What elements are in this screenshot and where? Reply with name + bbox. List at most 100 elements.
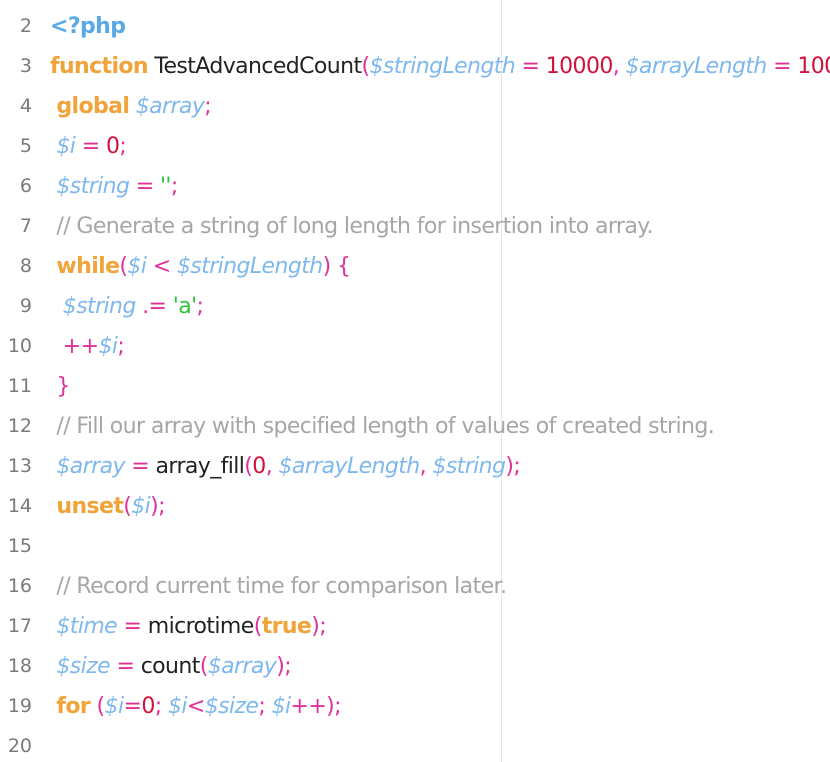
code-line[interactable]: 15 — [0, 526, 830, 566]
code-token: ; — [319, 613, 327, 639]
line-number: 11 — [7, 375, 32, 397]
line-number: 4 — [19, 95, 32, 117]
code-token: $string — [62, 293, 137, 319]
code-token: ( — [361, 53, 371, 79]
code-line[interactable]: 16 // Record current time for comparison… — [0, 566, 830, 606]
code-line[interactable]: 3 function TestAdvancedCount($stringLengt… — [0, 46, 830, 86]
code-token: while — [56, 253, 120, 279]
line-number: 20 — [7, 735, 32, 757]
code-line[interactable]: 18 $size = count($array); — [0, 646, 830, 686]
code-token: < — [146, 253, 177, 279]
code-token: , — [612, 53, 626, 79]
code-token: array_fill — [155, 453, 245, 479]
code-token: = — [110, 653, 141, 679]
code-token: $stringLength — [176, 253, 323, 279]
code-token: $arrayLength — [625, 53, 768, 79]
code-text: ++$i; — [50, 333, 125, 359]
code-token: ++) — [290, 693, 335, 719]
code-line[interactable]: 2 <?php — [0, 6, 830, 46]
code-text: } — [50, 374, 70, 399]
code-token: ; — [334, 693, 341, 719]
code-line[interactable]: 19 for ($i=0; $i<$size; $i++); — [0, 686, 830, 726]
code-line[interactable]: 14 unset($i); — [0, 486, 830, 526]
code-token: // Record current time for comparison la… — [56, 573, 507, 599]
code-line[interactable]: 10 ++$i; — [0, 326, 830, 366]
code-text: $size = count($array); — [50, 654, 291, 679]
line-number: 2 — [19, 15, 32, 37]
code-token: , — [419, 453, 433, 479]
code-line[interactable]: 7 // Generate a string of long length fo… — [0, 206, 830, 246]
code-token: ++ — [62, 333, 99, 359]
line-number: 7 — [19, 215, 32, 237]
code-text: while($i < $stringLength) { — [50, 253, 351, 279]
code-token: unset — [56, 493, 124, 519]
code-token: ( — [199, 653, 209, 679]
code-token: $string — [56, 173, 130, 199]
line-number: 14 — [7, 495, 32, 517]
code-token: $size — [204, 693, 259, 719]
code-line[interactable]: 5 $i = 0; — [0, 126, 830, 166]
code-line[interactable]: 13 $array = array_fill(0, $arrayLength, … — [0, 446, 830, 486]
code-line[interactable]: 6 $string = ''; — [0, 166, 830, 206]
line-number: 19 — [7, 695, 32, 717]
code-line[interactable]: 17 $time = microtime(true); — [0, 606, 830, 646]
code-line[interactable]: 8 while($i < $stringLength) { — [0, 246, 830, 286]
line-number: 18 — [7, 655, 32, 677]
code-token: 0 — [105, 133, 120, 159]
line-number: 9 — [19, 295, 32, 317]
code-token: TestAdvancedCount — [147, 53, 362, 79]
code-text: $array = array_fill(0, $arrayLength, $st… — [50, 454, 520, 479]
code-token: ; — [284, 653, 292, 679]
code-token: global — [56, 93, 130, 119]
code-token: $string — [432, 453, 506, 479]
code-token: ; — [117, 333, 125, 359]
code-token: ; — [158, 493, 165, 519]
code-text: for ($i=0; $i<$size; $i++); — [50, 694, 341, 719]
code-token: $i — [56, 133, 76, 159]
code-token: $size — [56, 653, 111, 679]
code-token: .= — [135, 293, 173, 319]
line-number: 3 — [19, 55, 32, 77]
code-text: $i = 0; — [50, 134, 126, 159]
code-token: , — [265, 453, 279, 479]
code-line[interactable]: 11 } — [0, 366, 830, 406]
code-text: // Generate a string of long length for … — [50, 214, 653, 239]
code-token: = — [117, 613, 148, 639]
code-token: $time — [56, 613, 118, 639]
code-token: 'a' — [172, 293, 197, 319]
line-number: 10 — [7, 335, 32, 357]
code-text: $time = microtime(true); — [50, 614, 326, 639]
code-token: $array — [135, 93, 205, 119]
line-number: 13 — [7, 455, 32, 477]
code-token: ; — [258, 693, 272, 719]
code-token: $i — [131, 493, 151, 519]
code-token: true — [261, 613, 312, 639]
line-number: 6 — [19, 175, 32, 197]
code-token: ) — [150, 493, 159, 519]
code-token: $i — [167, 693, 188, 719]
code-token: count — [140, 653, 201, 679]
code-token: $array — [207, 653, 277, 679]
code-line[interactable]: 4 global $array; — [0, 86, 830, 126]
code-token: $stringLength — [369, 53, 516, 79]
code-text: // Fill our array with specified length … — [50, 414, 714, 439]
code-token: $i — [104, 693, 125, 719]
code-token: = — [124, 453, 156, 479]
code-token: // Generate a string of long length for … — [56, 213, 653, 239]
code-text: global $array; — [50, 94, 211, 119]
code-token: ; — [204, 93, 212, 119]
code-token: $array — [56, 453, 125, 479]
code-token: ) { — [322, 253, 351, 279]
code-line[interactable]: 9 $string .= 'a'; — [0, 286, 830, 326]
code-token: ; — [119, 133, 127, 159]
code-token: $i — [271, 693, 292, 719]
code-editor[interactable]: 2 <?php 3 function TestAdvancedCount($strin… — [0, 0, 830, 762]
code-line[interactable]: 20 — [0, 726, 830, 762]
line-number: 12 — [7, 415, 32, 437]
code-token: = — [515, 53, 546, 79]
code-token: ( — [90, 693, 106, 719]
code-token: function — [50, 53, 149, 79]
code-line[interactable]: 12 // Fill our array with specified leng… — [0, 406, 830, 446]
code-token: <?php — [50, 13, 126, 39]
